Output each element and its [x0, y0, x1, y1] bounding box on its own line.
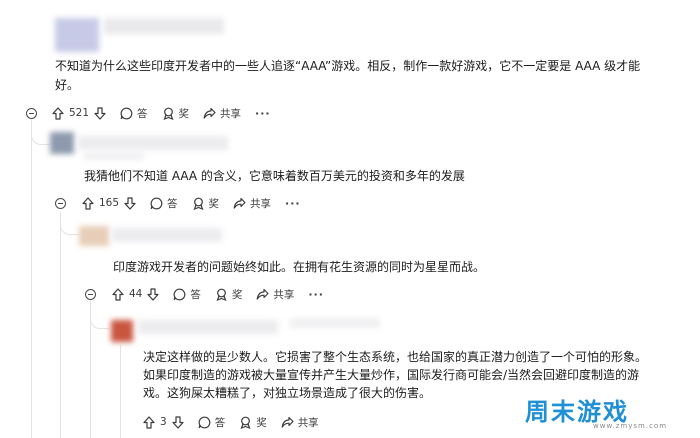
thread-line-level-3	[120, 345, 121, 438]
thread-line-level-0	[31, 112, 32, 438]
comment-3-actions: 44 答 奖 共享 ···	[112, 285, 338, 303]
username-redacted	[84, 152, 144, 160]
reply-label: 答	[214, 416, 226, 429]
comment-bubble-icon	[150, 197, 163, 210]
award-icon	[215, 288, 228, 301]
share-label: 共享	[297, 416, 319, 429]
share-icon	[281, 416, 294, 429]
username-redacted	[138, 320, 278, 334]
award-icon	[192, 197, 205, 210]
share-icon	[233, 197, 246, 210]
username-redacted	[104, 18, 224, 34]
award-label: 奖	[256, 416, 267, 429]
vote-count: 521	[69, 107, 90, 119]
award-label: 奖	[231, 288, 243, 301]
downvote-icon[interactable]	[172, 415, 184, 429]
downvote-icon[interactable]	[94, 106, 106, 120]
reply-button[interactable]: 答	[173, 287, 201, 302]
vote-group: 521	[52, 106, 106, 120]
upvote-icon[interactable]	[143, 415, 155, 429]
vote-count: 44	[129, 288, 143, 300]
share-label: 共享	[273, 288, 295, 301]
avatar	[50, 132, 74, 154]
comment-4-actions: 3 答 奖 共享	[143, 413, 333, 431]
upvote-icon[interactable]	[52, 106, 64, 120]
avatar	[55, 18, 99, 52]
reply-button[interactable]: 答	[120, 106, 148, 121]
award-icon	[239, 416, 252, 429]
award-button[interactable]: 奖	[162, 106, 190, 121]
more-options-button[interactable]: ···	[308, 288, 324, 301]
award-button[interactable]: 奖	[192, 196, 220, 211]
share-button[interactable]: 共享	[233, 196, 271, 211]
watermark-url: www.zmysm.com	[593, 422, 668, 430]
vote-count: 165	[99, 197, 120, 209]
share-button[interactable]: 共享	[256, 287, 294, 302]
vote-count: 3	[160, 416, 167, 428]
share-button[interactable]: 共享	[281, 415, 319, 430]
share-label: 共享	[220, 107, 242, 120]
site-watermark: 周末游戏 www.zmysm.com	[525, 392, 690, 436]
upvote-icon[interactable]	[112, 287, 124, 301]
share-icon	[203, 107, 216, 120]
downvote-icon[interactable]	[147, 287, 159, 301]
avatar	[111, 320, 133, 342]
reply-label: 答	[167, 197, 178, 210]
vote-group: 165	[82, 196, 136, 210]
collapse-thread-button[interactable]	[26, 108, 37, 119]
comment-bubble-icon	[120, 107, 133, 120]
reply-label: 答	[190, 288, 201, 301]
reply-label: 答	[137, 107, 148, 120]
collapse-thread-button[interactable]	[85, 289, 96, 300]
more-options-button[interactable]: ···	[285, 197, 301, 210]
username-redacted	[112, 228, 222, 242]
more-options-button[interactable]: ···	[255, 107, 271, 120]
comment-1-text-line2: 好。	[55, 78, 80, 92]
share-label: 共享	[250, 197, 272, 210]
share-icon	[256, 288, 269, 301]
award-label: 奖	[178, 107, 190, 120]
comment-3-text-line1: 印度游戏开发者的问题始终如此。在拥有花生资源的同时为星星而战。	[113, 260, 486, 274]
comment-2-text-line1: 我猜他们不知道 AAA 的含义，它意味着数百万美元的投资和多年的发展	[84, 169, 465, 183]
comment-1-actions: 521 答 奖 共享 ···	[52, 104, 285, 122]
comment-bubble-icon	[173, 288, 186, 301]
thread-elbow-level-1	[31, 120, 50, 145]
reply-button[interactable]: 答	[150, 196, 178, 211]
vote-group: 44	[112, 287, 159, 301]
award-label: 奖	[208, 197, 220, 210]
collapse-thread-button[interactable]	[55, 198, 66, 209]
vote-group: 3	[143, 415, 184, 429]
upvote-icon[interactable]	[82, 196, 94, 210]
award-button[interactable]: 奖	[215, 287, 243, 302]
comment-2-actions: 165 答 奖 共享 ···	[82, 194, 315, 212]
comment-4-text-line3: 戏。这狗屎太糟糕了，对独立场景造成了很大的伤害。	[143, 386, 432, 400]
thread-elbow-level-3	[90, 300, 109, 329]
thread-elbow-level-2	[60, 212, 79, 235]
reply-button[interactable]: 答	[198, 415, 226, 430]
comment-bubble-icon	[198, 416, 211, 429]
avatar	[79, 226, 109, 246]
comment-4-text-line2: 如果印度制造的游戏被大量宣传并产生大量炒作，国际发行商可能会/当然会回避印度制造…	[143, 368, 640, 382]
comment-1-text-line1: 不知道为什么这些印度开发者中的一些人追逐“AAA”游戏。相反，制作一款好游戏，它…	[55, 59, 641, 73]
award-button[interactable]: 奖	[239, 415, 267, 430]
downvote-icon[interactable]	[124, 196, 136, 210]
username-redacted	[78, 136, 228, 150]
share-button[interactable]: 共享	[203, 106, 241, 121]
award-icon	[162, 107, 175, 120]
comment-4-text-line1: 决定这样做的是少数人。它损害了整个生态系统，也给国家的真正潜力创造了一个可怕的形…	[143, 350, 648, 364]
username-redacted	[290, 318, 380, 328]
thread-line-level-1	[60, 212, 61, 438]
